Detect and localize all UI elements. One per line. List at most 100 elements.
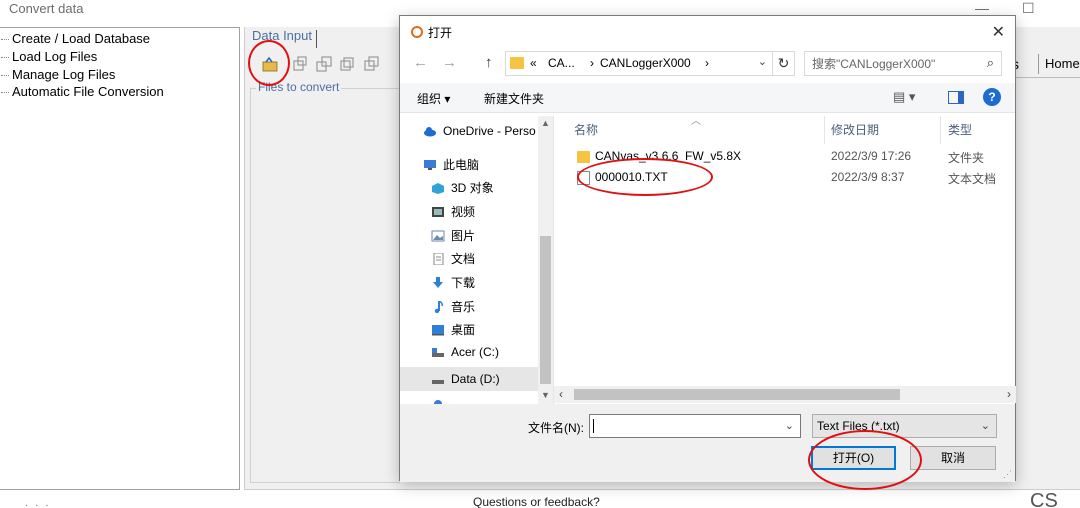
preview-pane-icon[interactable] [948, 91, 964, 104]
file-type-select[interactable]: Text Files (*.txt) ⌄ [812, 414, 997, 438]
files-to-convert-group [250, 88, 400, 483]
scrollbar-thumb[interactable] [540, 236, 551, 384]
column-separator[interactable] [824, 116, 825, 144]
file-list-horizontal-scrollbar[interactable]: ‹ › [554, 386, 1016, 403]
dialog-app-icon [411, 26, 423, 38]
organize-menu[interactable]: 组织 ▾ [417, 90, 450, 107]
tree-item-label: 3D 对象 [451, 181, 494, 195]
left-navigation-tree: Create / Load Database Load Log Files Ma… [0, 27, 240, 490]
search-icon[interactable]: ⌕ [987, 55, 994, 71]
folder-icon [577, 151, 590, 163]
drive-c-icon [432, 348, 444, 357]
tree-item-drive-d[interactable]: Data (D:) [400, 367, 538, 391]
resize-grip-icon[interactable]: ⋰ [1003, 469, 1012, 480]
toolbar-icon-3[interactable] [316, 56, 332, 72]
brand-logo: CS [1030, 490, 1058, 508]
video-icon [432, 206, 444, 217]
file-name-combobox[interactable]: ⌄ [589, 414, 801, 438]
folder-icon [510, 57, 524, 69]
tree-item-label: Acer (C:) [451, 345, 499, 359]
scroll-left-icon[interactable]: ‹ [559, 387, 563, 401]
toolbar-icon-4[interactable] [340, 56, 356, 72]
file-type: 文件夹 [948, 151, 985, 165]
scroll-up-icon[interactable]: ▲ [541, 118, 550, 128]
tree-item-pictures[interactable]: 图片 [431, 227, 475, 244]
tree-item-drive-c[interactable]: Acer (C:) [431, 345, 499, 359]
open-button[interactable]: 打开(O) [811, 446, 896, 470]
maximize-button[interactable]: ☐ [1022, 0, 1035, 17]
footer-divider [244, 489, 1080, 490]
computer-icon [424, 159, 436, 170]
chevron-down-icon[interactable]: ⌄ [758, 55, 767, 68]
file-row-folder[interactable]: CANvas_v3.6.6_FW_v5.8X 2022/3/9 17:26 文件… [560, 147, 1016, 167]
column-separator[interactable] [940, 116, 941, 144]
close-icon[interactable]: ✕ [992, 22, 1005, 42]
help-icon[interactable]: ? [983, 88, 1001, 106]
tree-item-downloads[interactable]: 下载 [431, 274, 475, 291]
nav-item-manage-log-files[interactable]: Manage Log Files [0, 67, 115, 82]
dialog-title-bar: 打开 ✕ [400, 16, 1015, 47]
scroll-down-icon[interactable]: ▼ [541, 390, 550, 400]
breadcrumb-item[interactable]: CANLoggerX000 [600, 56, 691, 70]
nav-item-create-load-database[interactable]: Create / Load Database [0, 31, 150, 46]
view-options-icon[interactable]: ▤ ▾ [893, 89, 915, 105]
tree-item-this-pc[interactable]: 此电脑 [423, 156, 479, 173]
navigation-pane: OneDrive - Perso 此电脑 3D 对象 视频 图片 文档 下载 音… [400, 116, 554, 404]
refresh-icon[interactable]: ↻ [773, 51, 795, 76]
cancel-button[interactable]: 取消 [910, 446, 996, 470]
minimize-button[interactable]: — [975, 0, 989, 16]
drive-d-icon [432, 380, 444, 384]
open-file-icon[interactable] [262, 56, 278, 72]
status-dots: · · · [25, 500, 51, 508]
tree-item-label: 桌面 [451, 323, 476, 337]
tree-item-desktop[interactable]: 桌面 [431, 321, 475, 338]
toolbar-icon-5[interactable] [364, 56, 380, 72]
toolbar-icon-2[interactable] [292, 56, 308, 72]
forward-arrow-icon[interactable]: → [442, 54, 457, 71]
scroll-right-icon[interactable]: › [1007, 387, 1011, 401]
tab-data-input[interactable]: Data Input [252, 28, 312, 43]
file-row-text-file[interactable]: 0000010.TXT 2022/3/9 8:37 文本文档 [560, 168, 1016, 188]
tree-item-videos[interactable]: 视频 [431, 203, 475, 220]
tree-item-3d-objects[interactable]: 3D 对象 [431, 179, 494, 196]
pictures-icon [431, 230, 445, 241]
up-arrow-icon[interactable]: ↑ [485, 54, 493, 71]
tree-item-onedrive[interactable]: OneDrive - Perso [423, 124, 536, 138]
breadcrumb-item[interactable]: CA... [548, 56, 575, 70]
dialog-footer: 文件名(N): ⌄ Text Files (*.txt) ⌄ 打开(O) 取消 … [400, 404, 1015, 482]
nav-item-load-log-files[interactable]: Load Log Files [0, 49, 97, 64]
address-bar[interactable]: « CA... › CANLoggerX000 › ⌄ [505, 51, 773, 76]
file-date: 2022/3/9 8:37 [831, 170, 905, 184]
file-name-input[interactable] [590, 415, 778, 437]
tree-item-label: 图片 [451, 229, 476, 243]
breadcrumb-chevron-icon: › [705, 56, 709, 70]
tree-item-documents[interactable]: 文档 [431, 250, 475, 267]
tree-item-label: 下载 [451, 276, 476, 290]
navigation-pane-scrollbar[interactable]: ▲ ▼ [538, 116, 553, 404]
tree-item-label: OneDrive - Perso [443, 124, 536, 138]
search-box[interactable]: ⌕ [804, 51, 1002, 76]
column-header-name[interactable]: 名称 [574, 121, 598, 138]
chevron-down-icon[interactable]: ⌄ [785, 419, 794, 432]
breadcrumb-overflow[interactable]: « [530, 56, 537, 70]
home-tab-separator [1038, 54, 1039, 74]
nav-item-automatic-file-conversion[interactable]: Automatic File Conversion [1, 84, 164, 99]
tree-item-label: 此电脑 [443, 158, 480, 172]
tree-item-music[interactable]: 音乐 [431, 298, 475, 315]
3d-objects-icon [432, 182, 444, 194]
music-icon [434, 300, 443, 313]
new-folder-button[interactable]: 新建文件夹 [484, 90, 544, 107]
text-file-icon [577, 171, 590, 185]
command-bar: 组织 ▾ 新建文件夹 ▤ ▾ ? [400, 83, 1015, 113]
open-file-dialog: 打开 ✕ ← → ↑ « CA... › CANLoggerX000 › ⌄ ↻… [399, 15, 1016, 482]
back-arrow-icon[interactable]: ← [413, 54, 428, 71]
chevron-down-icon[interactable]: ⌄ [981, 419, 990, 432]
column-header-type[interactable]: 类型 [948, 121, 972, 138]
column-header-date[interactable]: 修改日期 [831, 121, 879, 138]
cloud-icon [424, 127, 436, 137]
file-name: CANvas_v3.6.6_FW_v5.8X [595, 149, 742, 163]
scrollbar-thumb[interactable] [574, 389, 900, 400]
search-input[interactable] [805, 52, 975, 75]
feedback-link[interactable]: Questions or feedback? [473, 495, 600, 508]
tab-home[interactable]: Home [1045, 56, 1080, 71]
